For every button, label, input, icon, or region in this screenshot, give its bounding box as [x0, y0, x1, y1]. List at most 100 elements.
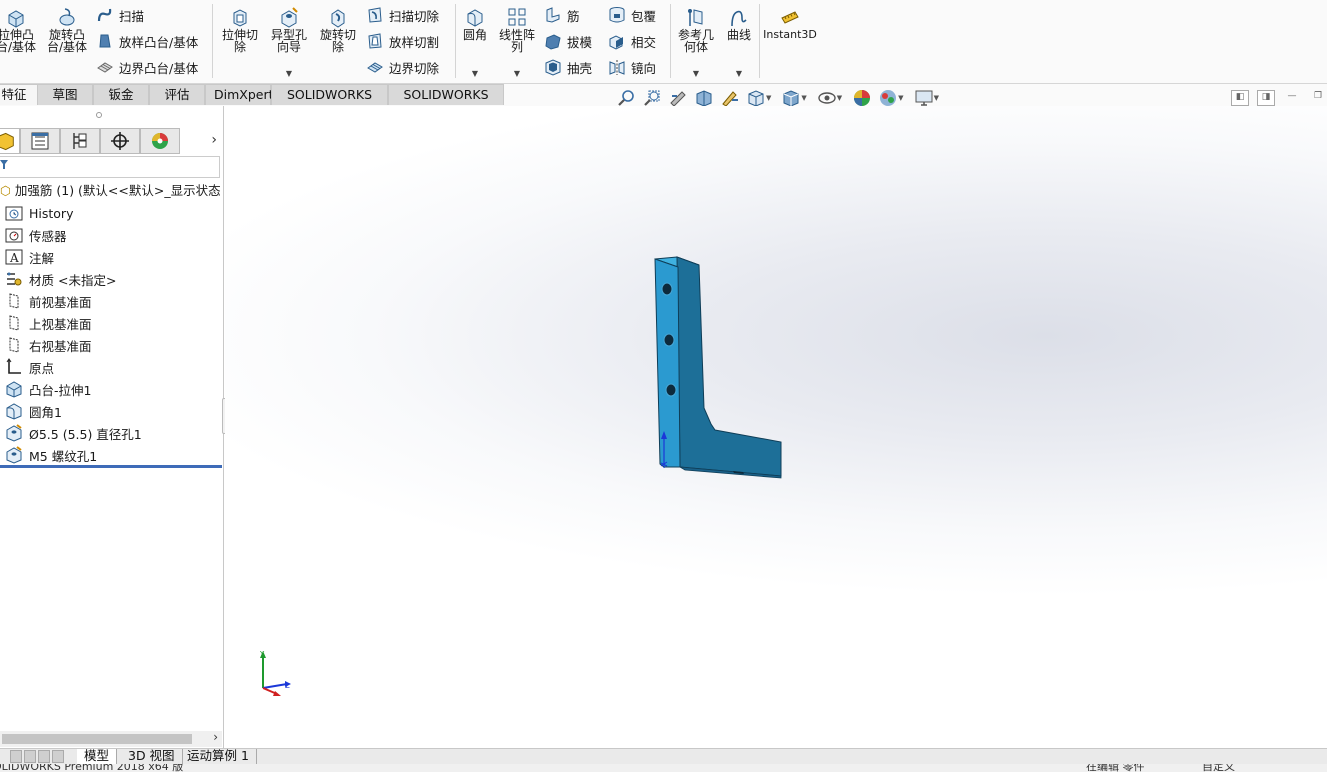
hole-wizard-dropdown-icon[interactable]: ▼	[286, 68, 292, 80]
reference-geometry-dropdown-icon[interactable]: ▼	[693, 68, 699, 80]
loft-boss-button[interactable]: 放样凸台/基体	[96, 30, 198, 52]
intersect-button[interactable]: 相交	[608, 30, 656, 52]
draft-button[interactable]: 拔模	[544, 30, 592, 52]
reference-geometry-button[interactable]: 参考几 何体 ▼	[674, 6, 718, 78]
wrap-button[interactable]: 包覆	[608, 4, 656, 26]
linear-pattern-dropdown-icon[interactable]: ▼	[514, 68, 520, 80]
tree-item[interactable]: A 注解	[0, 246, 222, 268]
document-window-controls: ◧ ◨ — ❐	[1223, 90, 1327, 106]
boundary-boss-button[interactable]: 边界凸台/基体	[96, 56, 198, 78]
mirror-icon	[608, 58, 626, 76]
tab-solidworks-addins[interactable]: SOLIDWORKS 插件	[271, 84, 388, 122]
previous-view-icon[interactable]	[668, 88, 688, 108]
tree-item[interactable]: M5 螺纹孔1	[0, 444, 222, 466]
hole-3	[665, 383, 677, 397]
fillet-button[interactable]: 圆角 ▼	[458, 6, 492, 78]
fillet-dropdown-icon[interactable]: ▼	[472, 68, 478, 80]
restore-left-icon[interactable]: ◧	[1231, 90, 1249, 106]
first-tab-icon[interactable]	[10, 750, 22, 763]
status-product: SOLIDWORKS Premium 2018 x64 版	[0, 764, 184, 772]
instant3d-button[interactable]: Instant3D	[763, 6, 817, 41]
tree-item-label: 上视基准面	[29, 316, 92, 332]
next-tab-icon[interactable]	[38, 750, 50, 763]
svg-text:A: A	[9, 251, 19, 265]
apply-scene-icon[interactable]	[878, 88, 898, 108]
zoom-to-area-icon[interactable]	[642, 88, 662, 108]
revolve-cut-button[interactable]: 旋转切 除	[316, 6, 360, 53]
l-bracket-model[interactable]: Y Z	[225, 106, 1327, 748]
tree-item[interactable]: 材质 <未指定>	[0, 268, 222, 290]
tree-item[interactable]: 凸台-拉伸1	[0, 378, 222, 400]
last-tab-icon[interactable]	[52, 750, 64, 763]
tab-solidworks-mbd[interactable]: SOLIDWORKS MBD	[388, 84, 504, 122]
tab-sheet-metal[interactable]: 钣金	[93, 84, 149, 105]
tab-3d-views[interactable]: 3D 视图	[121, 749, 183, 765]
sweep-button[interactable]: 扫描	[96, 4, 144, 26]
status-editing: 在编辑 零件	[1086, 764, 1145, 772]
sweep-cut-button[interactable]: 扫描切除	[366, 4, 439, 26]
shell-button[interactable]: 抽壳	[544, 56, 592, 78]
tab-evaluate[interactable]: 评估	[149, 84, 205, 105]
restore-right-icon[interactable]: ◨	[1257, 90, 1275, 106]
extrude-cut-button[interactable]: 拉伸切 除	[218, 6, 262, 53]
view-settings-dropdown-icon[interactable]: ▼	[934, 94, 939, 102]
extrude-boss-button[interactable]: 拉伸凸 台/基体	[0, 6, 38, 53]
linear-pattern-button[interactable]: 线性阵 列 ▼	[496, 6, 538, 78]
minimize-icon[interactable]: —	[1283, 90, 1301, 106]
rollback-bar[interactable]	[0, 465, 222, 468]
tab-sketch[interactable]: 草图	[37, 84, 93, 105]
tree-item[interactable]: 圆角1	[0, 400, 222, 422]
tree-item[interactable]: Ø5.5 (5.5) 直径孔1	[0, 422, 222, 444]
tree-root-part[interactable]: ⬡ 加强筋 (1) (默认<<默认>_显示状态 1>)	[0, 180, 222, 202]
revolve-boss-button[interactable]: 旋转凸 台/基体	[44, 6, 90, 53]
panel-horizontal-scrollbar[interactable]: ›	[0, 730, 222, 747]
graphics-area[interactable]: Y Z	[225, 106, 1327, 748]
curves-dropdown-icon[interactable]: ▼	[736, 68, 742, 80]
boundary-cut-button[interactable]: 边界切除	[366, 56, 439, 78]
hide-show-items-icon[interactable]	[817, 88, 837, 108]
loft-cut-button[interactable]: 放样切割	[366, 30, 439, 52]
configurationmanager-tab[interactable]	[60, 128, 100, 154]
tree-item[interactable]: 传感器	[0, 224, 222, 246]
tree-item-label: 注解	[29, 250, 55, 266]
model-view-tabs: 模型 3D 视图 运动算例 1	[0, 748, 1327, 765]
hole-wizard-button[interactable]: 异型孔 向导 ▼	[266, 6, 312, 78]
view-settings-icon[interactable]	[914, 88, 934, 108]
tab-model[interactable]: 模型	[77, 749, 118, 765]
view-orientation-icon[interactable]	[746, 88, 766, 108]
display-style-icon[interactable]	[781, 88, 801, 108]
chevron-right-icon[interactable]: ›	[211, 132, 217, 148]
featuremanager-tab[interactable]	[0, 128, 20, 154]
status-units[interactable]: 自定义	[1202, 764, 1235, 772]
edit-appearance-icon[interactable]	[852, 88, 872, 108]
dynamic-annotation-icon[interactable]	[720, 88, 740, 108]
scrollbar-thumb[interactable]	[2, 734, 192, 744]
mirror-button[interactable]: 镜向	[608, 56, 656, 78]
sweep-icon	[96, 6, 114, 24]
section-view-icon[interactable]	[694, 88, 714, 108]
tree-item[interactable]: 上视基准面	[0, 312, 222, 334]
apply-scene-dropdown-icon[interactable]: ▼	[898, 94, 903, 102]
tree-item[interactable]: 前视基准面	[0, 290, 222, 312]
hide-show-dropdown-icon[interactable]: ▼	[837, 94, 842, 102]
tab-motion-study-1[interactable]: 运动算例 1	[180, 749, 257, 765]
propertymanager-tab[interactable]	[20, 128, 60, 154]
display-style-dropdown-icon[interactable]: ▼	[801, 94, 806, 102]
tab-features[interactable]: 特征	[0, 84, 38, 105]
rib-button[interactable]: 筋	[544, 4, 580, 26]
tree-item[interactable]: 右视基准面	[0, 334, 222, 356]
feature-filter-input[interactable]	[0, 156, 220, 178]
view-orientation-dropdown-icon[interactable]: ▼	[766, 94, 771, 102]
tree-item[interactable]: History	[0, 202, 222, 224]
zoom-to-fit-icon[interactable]	[616, 88, 636, 108]
curves-button[interactable]: 曲线 ▼	[722, 6, 756, 78]
property-list-icon	[31, 132, 49, 150]
dimxpertmanager-tab[interactable]	[100, 128, 140, 154]
tree-item[interactable]: 原点	[0, 356, 222, 378]
prev-tab-icon[interactable]	[24, 750, 36, 763]
panel-grip-icon[interactable]	[96, 112, 102, 118]
tab-dimxpert[interactable]: DimXpert	[205, 84, 274, 105]
displaymanager-tab[interactable]	[140, 128, 180, 154]
scroll-right-icon[interactable]: ›	[213, 730, 218, 744]
maximize-icon[interactable]: ❐	[1309, 90, 1327, 106]
